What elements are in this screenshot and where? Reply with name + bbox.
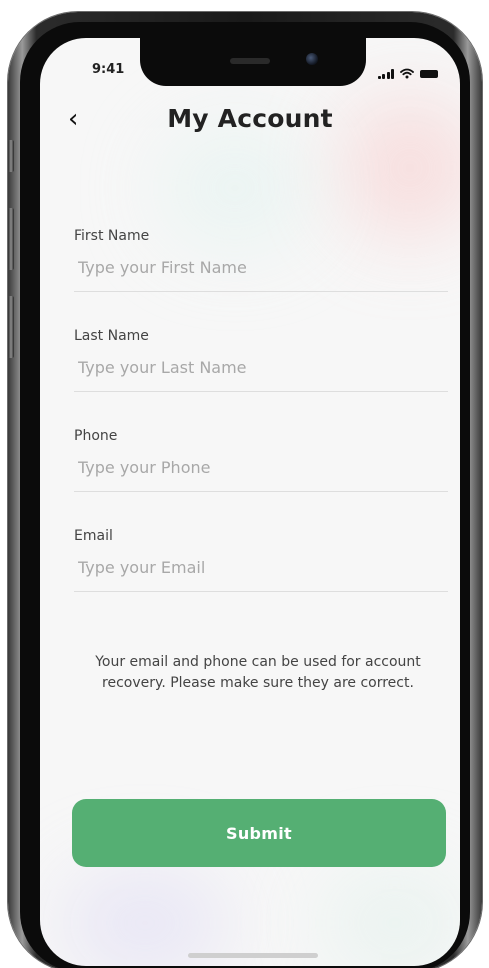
home-indicator[interactable] (188, 953, 318, 958)
last-name-field: Last Name (74, 328, 448, 428)
last-name-label: Last Name (74, 328, 149, 344)
first-name-label: First Name (74, 228, 150, 244)
phone-input[interactable] (74, 456, 448, 492)
phone-label: Phone (74, 428, 118, 444)
email-input[interactable] (74, 556, 448, 592)
status-icons (377, 64, 438, 83)
volume-down-button (8, 296, 14, 358)
header: ‹ My Account (40, 102, 460, 142)
background-blob (60, 868, 230, 966)
account-form: First Name Last Name Phone Email (74, 228, 448, 628)
first-name-input[interactable] (74, 256, 448, 292)
front-camera (306, 53, 318, 65)
phone-field: Phone (74, 428, 448, 528)
page-title: My Account (167, 104, 333, 133)
screen: 9:41 ‹ My Account First Name Type your F… (40, 38, 460, 966)
signal-icon (377, 68, 394, 79)
background-blob (320, 868, 460, 966)
volume-up-button (8, 208, 14, 270)
recovery-notice: Your email and phone can be used for acc… (95, 654, 421, 691)
mute-switch (8, 140, 14, 172)
status-time: 9:41 (92, 62, 125, 77)
last-name-input[interactable] (74, 356, 448, 392)
notch (140, 38, 366, 86)
submit-button[interactable]: Submit (72, 799, 446, 867)
email-label: Email (74, 528, 113, 544)
wifi-icon (400, 64, 414, 83)
stage: 9:41 ‹ My Account First Name Type your F… (0, 0, 489, 968)
email-field: Email (74, 528, 448, 628)
speaker-grille (230, 58, 270, 64)
battery-icon (420, 69, 438, 78)
phone-frame: 9:41 ‹ My Account First Name Type your F… (8, 12, 482, 968)
first-name-field: First Name (74, 228, 448, 328)
